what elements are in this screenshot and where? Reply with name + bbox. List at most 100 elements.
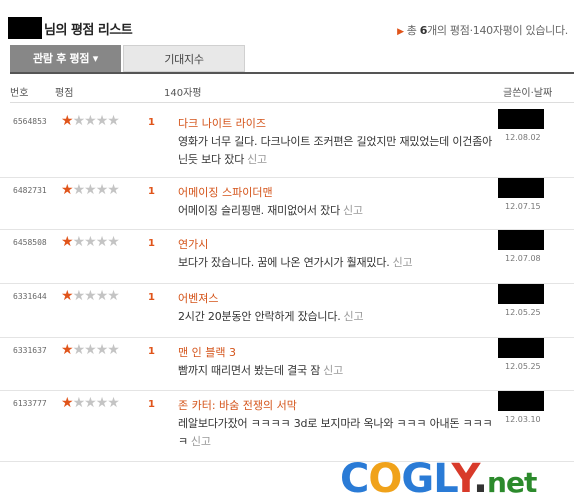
star-rating: ★★★★★: [61, 342, 120, 358]
rating-row: 6133777 ★★★★★ 1 존 카터: 바숨 전쟁의 서막 레알보다가잤어 ㅋㅋㅋㅋ…: [0, 391, 574, 462]
review-text: 레알보다가잤어 ㅋㅋㅋㅋ 3d로 보지마라 옥나와 ㅋㅋㅋ 아내돈 ㅋㅋㅋㅋ 신고: [178, 415, 498, 451]
tab-after-viewing-rating[interactable]: 관람 후 평점 ▾: [10, 45, 121, 72]
rating-id: 6458508: [13, 238, 47, 247]
star-rating: ★★★★★: [61, 288, 120, 304]
star-empty-icon: ★: [84, 234, 97, 250]
review-text: 빰까지 때리면서 봤는데 결국 잠 신고: [178, 362, 498, 380]
movie-title-link[interactable]: 맨 인 블랙 3: [178, 344, 236, 360]
star-filled-icon: ★: [61, 113, 74, 129]
star-empty-icon: ★: [84, 342, 97, 358]
tab-bar: 관람 후 평점 ▾ 기대지수: [10, 45, 574, 74]
star-filled-icon: ★: [61, 395, 74, 411]
rating-score: 1: [148, 186, 155, 197]
review-date: 12.05.25: [505, 362, 541, 371]
summary-count: 6: [419, 24, 428, 37]
summary-prefix: 총: [406, 24, 420, 37]
column-header: 번호 평점 140자평 글쓴이·날짜: [10, 82, 574, 103]
rating-id: 6564853: [13, 117, 47, 126]
star-empty-icon: ★: [107, 288, 120, 304]
star-empty-icon: ★: [107, 182, 120, 198]
review-date: 12.08.02: [505, 133, 541, 142]
star-empty-icon: ★: [84, 395, 97, 411]
report-link[interactable]: 신고: [393, 256, 413, 269]
redacted-username: [8, 17, 42, 39]
redacted-writer: [498, 109, 544, 129]
col-num: 번호: [10, 88, 29, 99]
movie-title-link[interactable]: 다크 나이트 라이즈: [178, 115, 266, 131]
rating-row: 6458508 ★★★★★ 1 연가시 보다가 잤습니다. 꿈에 나온 연가시가 훨재밌…: [0, 230, 574, 284]
col-review: 140자평: [164, 88, 202, 99]
star-rating: ★★★★★: [61, 113, 120, 129]
movie-title-link[interactable]: 어메이징 스파이더맨: [178, 184, 273, 200]
redacted-writer: [498, 284, 544, 304]
star-empty-icon: ★: [107, 113, 120, 129]
redacted-writer: [498, 391, 544, 411]
rating-score: 1: [148, 399, 155, 410]
star-filled-icon: ★: [61, 342, 74, 358]
review-body: 레알보다가잤어 ㅋㅋㅋㅋ 3d로 보지마라 옥나와 ㅋㅋㅋ 아내돈 ㅋㅋㅋㅋ: [178, 417, 493, 448]
star-empty-icon: ★: [72, 113, 86, 129]
movie-title-link[interactable]: 연가시: [178, 236, 208, 252]
report-link[interactable]: 신고: [344, 310, 364, 323]
review-text: 보다가 잤습니다. 꿈에 나온 연가시가 훨재밌다. 신고: [178, 254, 498, 272]
rating-id: 6331637: [13, 346, 47, 355]
col-rating: 평점: [55, 88, 74, 99]
rating-id: 6331644: [13, 292, 47, 301]
star-empty-icon: ★: [72, 182, 86, 198]
review-body: 어메이징 슬리핑맨. 재미없어서 잤다: [178, 204, 340, 217]
rating-score: 1: [148, 117, 155, 128]
star-filled-icon: ★: [61, 234, 74, 250]
review-date: 12.07.08: [505, 254, 541, 263]
review-text: 2시간 20분동안 안락하게 잤습니다. 신고: [178, 308, 498, 326]
star-rating: ★★★★★: [61, 234, 120, 250]
rating-score: 1: [148, 346, 155, 357]
review-date: 12.05.25: [505, 308, 541, 317]
star-empty-icon: ★: [95, 113, 109, 129]
star-empty-icon: ★: [95, 342, 109, 358]
review-body: 빰까지 때리면서 봤는데 결국 잠: [178, 364, 321, 377]
star-filled-icon: ★: [61, 288, 74, 304]
rating-score: 1: [148, 292, 155, 303]
star-filled-icon: ★: [61, 182, 74, 198]
redacted-writer: [498, 230, 544, 250]
star-rating: ★★★★★: [61, 182, 120, 198]
star-rating: ★★★★★: [61, 395, 120, 411]
page-title: 님의 평점 리스트: [44, 23, 133, 38]
star-empty-icon: ★: [84, 182, 97, 198]
redacted-writer: [498, 338, 544, 358]
star-empty-icon: ★: [95, 234, 109, 250]
star-empty-icon: ★: [95, 182, 109, 198]
movie-title-link[interactable]: 어벤져스: [178, 290, 218, 306]
star-empty-icon: ★: [95, 288, 109, 304]
report-link[interactable]: 신고: [323, 364, 343, 377]
review-date: 12.03.10: [505, 415, 541, 424]
summary-suffix: 개의 평점·140자평이 있습니다.: [427, 24, 568, 37]
review-date: 12.07.15: [505, 202, 541, 211]
review-text: 영화가 너무 길다. 다크나이트 조커편은 길었지만 재밌었는데 이건좀아닌듯 …: [178, 133, 498, 169]
review-body: 영화가 너무 길다. 다크나이트 조커편은 길었지만 재밌었는데 이건좀아닌듯 …: [178, 135, 493, 166]
redacted-writer: [498, 178, 544, 198]
star-empty-icon: ★: [84, 288, 97, 304]
report-link[interactable]: 신고: [343, 204, 363, 217]
col-writer-date: 글쓴이·날짜: [503, 88, 553, 99]
rating-row: 6482731 ★★★★★ 1 어메이징 스파이더맨 어메이징 슬리핑맨. 재미없어서 …: [0, 178, 574, 230]
rating-row: 6331644 ★★★★★ 1 어벤져스 2시간 20분동안 안락하게 잤습니다. 신고 1…: [0, 284, 574, 338]
star-empty-icon: ★: [72, 288, 86, 304]
star-empty-icon: ★: [95, 395, 109, 411]
review-body: 보다가 잤습니다. 꿈에 나온 연가시가 훨재밌다.: [178, 256, 390, 269]
star-empty-icon: ★: [72, 234, 86, 250]
star-empty-icon: ★: [107, 395, 120, 411]
report-link[interactable]: 신고: [247, 153, 267, 166]
review-text: 어메이징 슬리핑맨. 재미없어서 잤다 신고: [178, 202, 498, 220]
review-body: 2시간 20분동안 안락하게 잤습니다.: [178, 310, 341, 323]
rating-row: 6564853 ★★★★★ 1 다크 나이트 라이즈영화가 너무 길다. 다크나이트 …: [0, 109, 574, 178]
report-link[interactable]: 신고: [191, 435, 211, 448]
cogly-watermark-logo: COGLY.net: [340, 456, 537, 502]
star-empty-icon: ★: [72, 342, 86, 358]
tab-expectation-index[interactable]: 기대지수: [123, 45, 245, 72]
rating-summary: ▶ 총 6개의 평점·140자평이 있습니다.: [397, 22, 568, 38]
movie-title-link[interactable]: 존 카터: 바숨 전쟁의 서막: [178, 397, 297, 413]
rating-row: 6331637 ★★★★★ 1 맨 인 블랙 3 빰까지 때리면서 봤는데 결국 잠 신고…: [0, 338, 574, 391]
star-empty-icon: ★: [72, 395, 86, 411]
rating-id: 6482731: [13, 186, 47, 195]
